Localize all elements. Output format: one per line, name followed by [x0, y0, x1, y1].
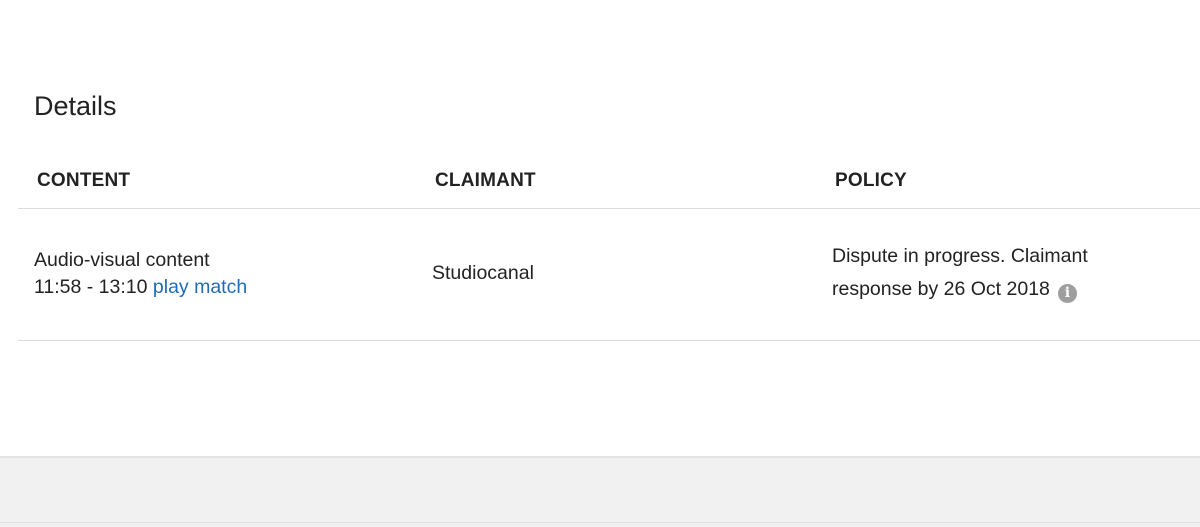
- column-header-claimant: CLAIMANT: [435, 170, 536, 191]
- table-row: Audio-visual content 11:58 - 13:10 play …: [18, 209, 1200, 341]
- time-range: 11:58 - 13:10: [34, 276, 148, 298]
- details-panel: Details CONTENT CLAIMANT POLICY Audio-vi…: [0, 0, 1200, 456]
- page: Details CONTENT CLAIMANT POLICY Audio-vi…: [0, 0, 1200, 527]
- content-type: Audio-visual content: [34, 249, 210, 271]
- policy-deadline: response by 26 Oct 2018: [832, 278, 1050, 300]
- claimant-cell: Studiocanal: [432, 262, 534, 284]
- play-match-link[interactable]: play match: [153, 276, 247, 298]
- table-header: CONTENT CLAIMANT POLICY: [18, 156, 1200, 209]
- match-time: 11:58 - 13:10 play match: [34, 274, 247, 301]
- claims-table: CONTENT CLAIMANT POLICY Audio-visual con…: [18, 156, 1200, 341]
- column-header-content: CONTENT: [37, 170, 131, 191]
- content-cell: Audio-visual content 11:58 - 13:10 play …: [34, 247, 247, 301]
- policy-status: Dispute in progress. Claimant: [832, 245, 1088, 267]
- column-header-policy: POLICY: [835, 170, 907, 191]
- divider: [0, 522, 1200, 523]
- section-title: Details: [34, 91, 117, 121]
- policy-cell: Dispute in progress. Claimant response b…: [832, 240, 1162, 306]
- policy-deadline-line: response by 26 Oct 2018 i: [832, 273, 1162, 306]
- info-icon[interactable]: i: [1057, 284, 1077, 303]
- footer-band: [0, 456, 1200, 527]
